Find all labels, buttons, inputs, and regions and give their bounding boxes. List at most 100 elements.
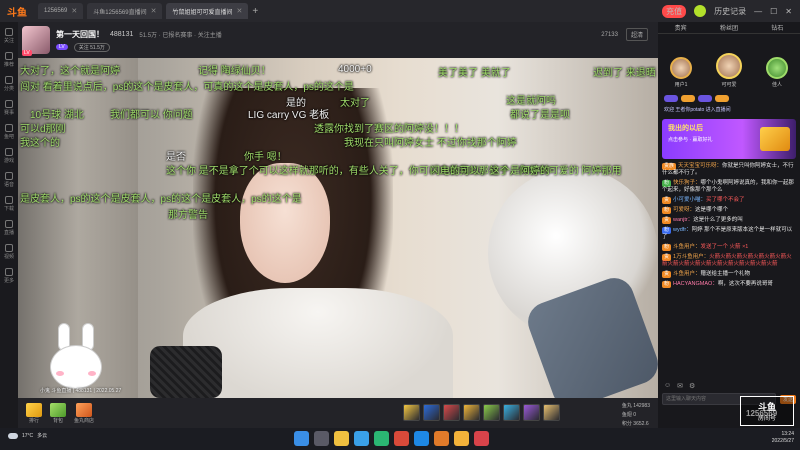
room-id: 488131 xyxy=(110,30,134,38)
room-info: 第一天回国！ 488131 51.5万 · 已报名赛事 · 关注主播 LV 关注… xyxy=(56,29,222,52)
left-nav: 关注推荐分类赛事鱼吧游戏语音下载直播视频更多 xyxy=(0,22,18,428)
chat-message: 粉 HACYANGMAO：啊，这次不要再说哥哥 xyxy=(662,281,796,288)
chat-username[interactable]: wanjtr： xyxy=(673,217,693,223)
search-icon[interactable] xyxy=(314,431,329,446)
danmu-comment: 闪电的可以，这个是阿婷的 xyxy=(430,166,550,177)
tab-2[interactable]: 斗鱼1256569直播间 ✕ xyxy=(87,3,163,19)
gift-icon[interactable]: ✉ xyxy=(677,382,683,390)
watermark-brand: 斗鱼 xyxy=(757,402,776,412)
quality-select[interactable]: 超清 xyxy=(625,28,648,41)
new-tab-icon[interactable]: + xyxy=(252,6,258,17)
gift-item[interactable] xyxy=(483,404,500,421)
gift-item[interactable] xyxy=(543,404,560,421)
chat-username[interactable]: HACYANGMAO： xyxy=(673,281,718,287)
game-icon[interactable] xyxy=(454,431,469,446)
sidebar-item[interactable]: 鱼吧 xyxy=(4,124,14,140)
chat-username[interactable]: 斗鱼用户： xyxy=(673,271,701,277)
app-window: 斗鱼 1256569 ✕ 斗鱼1256569直播间 ✕ 竹鼠姐姐可可爱直播间 ✕ + … xyxy=(0,0,800,450)
douyu-app-icon[interactable] xyxy=(434,431,449,446)
room-header: LV 第一天回国！ 488131 51.5万 · 已报名赛事 · 关注主播 LV… xyxy=(18,22,658,58)
chat-username[interactable]: 可爱呀： xyxy=(673,207,695,213)
chat-message: 粉 wydfr：阿婷 那个不是原来版本这个是一样就可以了 xyxy=(662,227,796,241)
sidebar-item[interactable]: 视频 xyxy=(4,244,14,260)
watermark-sub: 房间号 xyxy=(757,416,776,422)
tab-1[interactable]: 1256569 ✕ xyxy=(38,3,84,19)
user-avatar[interactable] xyxy=(694,5,707,17)
close-icon[interactable]: ✕ xyxy=(236,7,242,15)
gift-item[interactable] xyxy=(463,404,480,421)
gift-item[interactable] xyxy=(443,404,460,421)
sidebar-item[interactable]: 关注 xyxy=(4,28,14,44)
nav-icon xyxy=(4,196,13,204)
video-player[interactable]: 大对了，这个就是阿婷 记得 陶绿仙贝！ 4000+0 美了美了 美就了 迟到了 来退晒闯… xyxy=(18,58,658,398)
rank-button[interactable]: 排行 xyxy=(26,402,42,424)
sidebar-item-label: 更多 xyxy=(3,278,14,284)
chat-username[interactable]: 快乐狗子： xyxy=(673,180,701,186)
sidebar-item[interactable]: 更多 xyxy=(4,268,14,284)
rank-user-1[interactable]: 可可爱 xyxy=(716,53,742,88)
chat-username[interactable]: 小可爱小喵： xyxy=(673,197,706,203)
emoji-icon[interactable]: ☺ xyxy=(664,382,671,390)
close-icon[interactable]: ✕ xyxy=(151,7,157,15)
start-icon[interactable] xyxy=(294,431,309,446)
history-button[interactable]: 历史记录 xyxy=(714,6,746,17)
gift-row xyxy=(403,404,560,421)
chat-username[interactable]: 天天宝宝可乐呀： xyxy=(678,163,722,169)
steam-icon[interactable] xyxy=(414,431,429,446)
gift-item[interactable] xyxy=(523,404,540,421)
sidebar-item[interactable]: 游戏 xyxy=(4,148,14,164)
store-icon[interactable] xyxy=(374,431,389,446)
bunny-cheek xyxy=(56,371,64,376)
app-icon[interactable] xyxy=(474,431,489,446)
shop-icon xyxy=(76,402,92,417)
recharge-button[interactable]: 充值 xyxy=(662,4,687,18)
taskbar-apps xyxy=(294,431,489,446)
shop-button[interactable]: 鱼丸商店 xyxy=(74,402,94,424)
chat-username[interactable]: 1万斗鱼用户： xyxy=(673,254,709,260)
minimize-icon[interactable]: — xyxy=(754,7,762,16)
danmu-comment: LIG carry VG 老板 xyxy=(248,110,330,121)
chat-username[interactable]: 斗鱼用户： xyxy=(673,244,701,250)
nav-icon xyxy=(4,100,13,108)
streamer-avatar[interactable]: LV xyxy=(22,26,50,56)
rank-user-3[interactable]: 佳人 xyxy=(766,57,788,88)
rank-name: 用户1 xyxy=(674,82,688,88)
tab-fans[interactable]: 粉丝团 xyxy=(720,23,738,32)
weather-widget[interactable]: 17°C 多云 xyxy=(8,432,47,439)
tab-3[interactable]: 竹鼠姐姐可可爱直播间 ✕ xyxy=(166,3,249,19)
wallet-stats: 鱼丸 142983 鱼翅 0 积分 3652.6 xyxy=(622,402,650,427)
close-window-icon[interactable]: ✕ xyxy=(785,7,792,16)
danmu-comment: 透露你找到了赛区的阿婷没！！！ xyxy=(314,124,464,135)
gift-item[interactable] xyxy=(403,404,420,421)
settings-icon[interactable]: ⚙ xyxy=(689,382,695,390)
gift-item[interactable] xyxy=(423,404,440,421)
danmu-comment: 这个你 是不是拿了个可以这样就那听的，有些人关了，你可以去看我的那些子，你看到可… xyxy=(166,166,622,177)
danmu-comment: 可以d那刚 xyxy=(20,124,66,135)
promo-banner[interactable]: 我出的以后 点击参与 · 赢取好礼 xyxy=(662,119,796,159)
tab-label: 竹鼠姐姐可可爱直播间 xyxy=(172,9,233,16)
sidebar-item[interactable]: 下载 xyxy=(4,196,14,212)
backpack-button[interactable]: 背包 xyxy=(50,402,66,424)
rank-user-2[interactable]: 用户1 xyxy=(670,57,692,88)
sidebar-item[interactable]: 推荐 xyxy=(4,52,14,68)
douyu-logo[interactable]: 斗鱼 xyxy=(0,0,34,22)
maximize-icon[interactable]: ☐ xyxy=(770,7,777,16)
tab-label: 1256569 xyxy=(44,8,68,14)
folder-icon[interactable] xyxy=(334,431,349,446)
fan-badge[interactable]: LV xyxy=(56,44,68,50)
chat-username[interactable]: wydfr： xyxy=(673,227,692,233)
user-badge: 贵 xyxy=(662,197,672,204)
sidebar-item[interactable]: 直播 xyxy=(4,220,14,236)
sidebar-item[interactable]: 分类 xyxy=(4,76,14,92)
edge-icon[interactable] xyxy=(354,431,369,446)
tab-vip[interactable]: 贵宾 xyxy=(675,23,687,32)
follow-button[interactable]: 关注 51.5万 xyxy=(73,42,110,52)
gift-item[interactable] xyxy=(503,404,520,421)
close-icon[interactable]: ✕ xyxy=(71,7,77,15)
sidebar-item[interactable]: 语音 xyxy=(4,172,14,188)
app-icon[interactable] xyxy=(394,431,409,446)
clock-time[interactable]: 13:24 xyxy=(781,431,794,437)
sidebar-item[interactable]: 赛事 xyxy=(4,100,14,116)
clock-date[interactable]: 2022/5/27 xyxy=(772,438,794,444)
tab-diamond[interactable]: 钻石 xyxy=(771,23,783,32)
